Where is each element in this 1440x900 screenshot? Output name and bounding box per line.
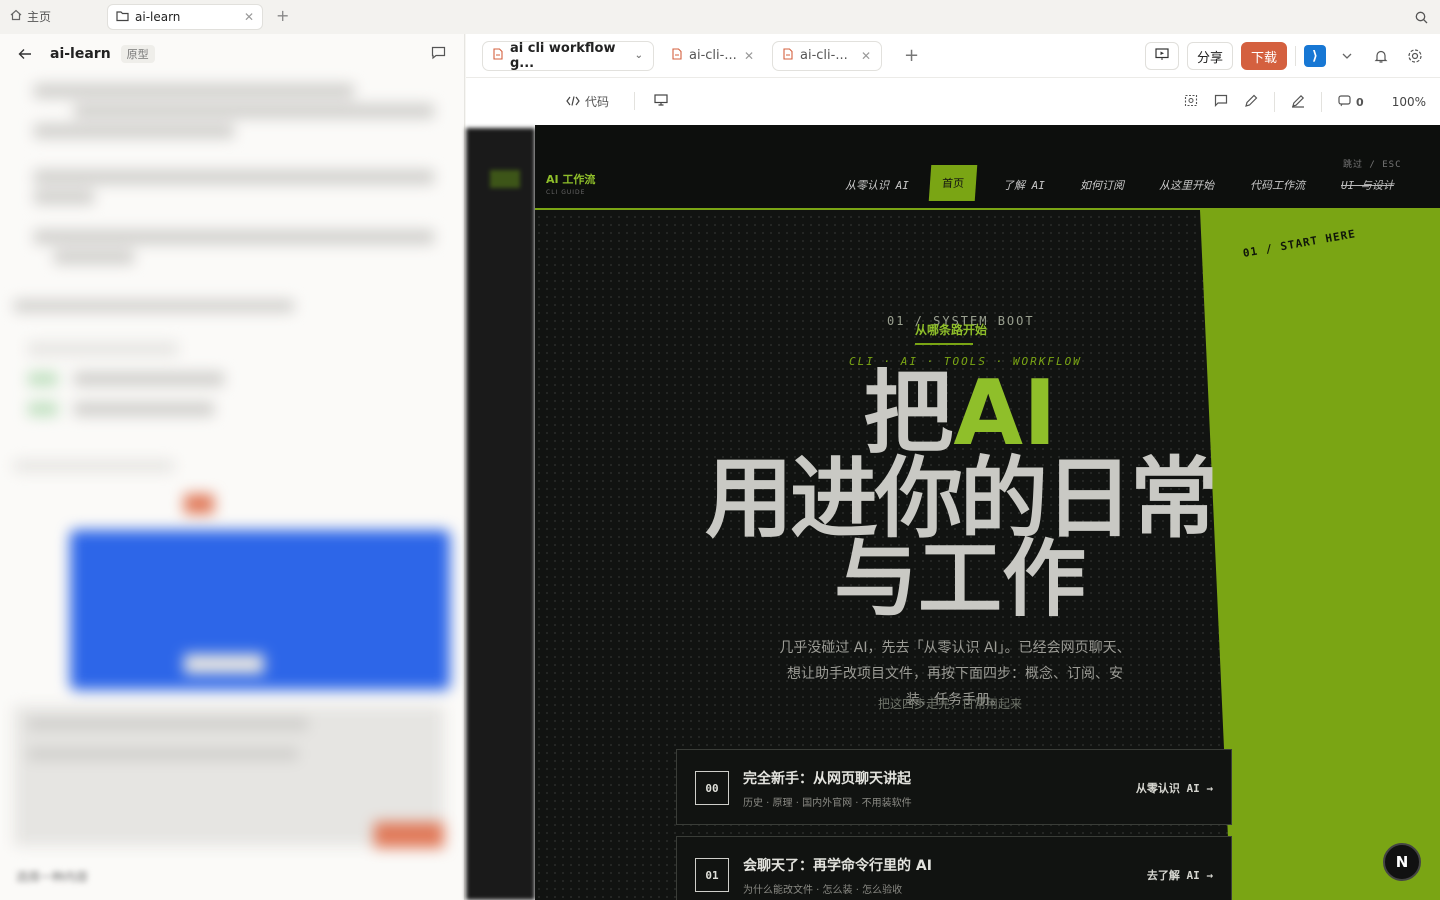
zoom-level[interactable]: 100%: [1392, 95, 1426, 109]
close-icon[interactable]: ✕: [244, 10, 254, 24]
new-tab-button[interactable]: +: [276, 6, 289, 25]
close-icon[interactable]: ✕: [861, 49, 871, 63]
search-icon[interactable]: [1415, 9, 1428, 28]
n-floating-button[interactable]: N: [1383, 843, 1421, 881]
website-preview: AI 工作流 CLI GUIDE 从零认识 AI 首页 了解 AI 如何订阅 从…: [535, 125, 1440, 900]
hero-heading: 把AI 用进你的日常 与工作: [695, 369, 1225, 629]
comment-add-icon[interactable]: [1214, 94, 1228, 110]
code-icon: [566, 95, 580, 109]
left-panel: ai-learn 原型 选择一种内容: [0, 34, 465, 900]
card-title: 会聊天了：再学命令行里的 AI: [743, 858, 932, 874]
screenshot-icon[interactable]: [1184, 94, 1198, 110]
doc-tab-label: ai-cli-...: [800, 48, 848, 63]
overlay-caption: 把这四步走完，日常用起来: [878, 697, 1023, 711]
home-tab[interactable]: 主页: [10, 8, 51, 25]
hero-line-3: 与工作: [833, 530, 1086, 629]
chevron-down-icon[interactable]: ⌄: [635, 50, 643, 61]
path-choice-label: 从哪条路开始: [915, 323, 988, 337]
divider: [634, 92, 635, 110]
skip-link[interactable]: 跳过 / ESC: [1343, 157, 1402, 170]
html-file-icon: [783, 47, 793, 64]
present-icon: [1155, 47, 1169, 65]
card-link[interactable]: 去了解 AI →: [1147, 867, 1213, 883]
card-number: 01: [695, 858, 729, 892]
doc-tab-workflow-guide[interactable]: ai cli workflow g... ⌄: [482, 40, 654, 71]
project-title: ai-learn: [50, 46, 111, 62]
brand-title: AI 工作流: [546, 173, 596, 186]
doc-tab-ai-cli-2[interactable]: ai-cli-... ✕: [772, 40, 882, 71]
card-subtitle: 历史 · 原理 · 国内外官网 · 不用装软件: [743, 798, 912, 809]
brand-subtitle: CLI GUIDE: [546, 189, 586, 196]
doc-tab-ai-cli-1[interactable]: ai-cli-... ✕: [662, 41, 764, 71]
header-actions: 分享 下载 ⟩: [1144, 42, 1428, 70]
site-brand[interactable]: AI 工作流 CLI GUIDE: [546, 171, 595, 196]
card-title: 完全新手：从网页聊天讲起: [743, 771, 911, 787]
left-panel-footer: 选择一种内容: [16, 870, 89, 884]
nav-item-start[interactable]: 从这里开始: [1159, 177, 1214, 193]
path-card-cli[interactable]: 01 会聊天了：再学命令行里的 AI 为什么能改文件 · 怎么装 · 怎么验收 …: [676, 836, 1232, 900]
nav-item-intro[interactable]: 从零认识 AI: [845, 177, 909, 193]
card-number: 00: [695, 771, 729, 805]
present-button[interactable]: [1144, 42, 1179, 70]
nav-item-home[interactable]: 首页: [928, 165, 978, 201]
folder-icon: [116, 10, 129, 25]
download-button[interactable]: 下载: [1240, 42, 1287, 70]
card-subtitle: 为什么能改文件 · 怎么装 · 怎么验收: [743, 885, 903, 896]
edit-icon[interactable]: [1291, 94, 1305, 111]
site-nav: AI 工作流 CLI GUIDE 从零认识 AI 首页 了解 AI 如何订阅 从…: [535, 125, 1440, 210]
nav-item-ui-design[interactable]: UI 与设计: [1341, 177, 1394, 193]
document-tabs: ai cli workflow g... ⌄ ai-cli-... ✕ ai-c…: [466, 34, 1440, 78]
comments-count: 0: [1356, 95, 1364, 109]
left-panel-header: ai-learn 原型: [0, 34, 464, 74]
back-arrow-icon[interactable]: [18, 45, 32, 64]
code-label: 代码: [585, 95, 610, 109]
green-accent-panel: [1200, 210, 1440, 900]
card-link[interactable]: 从零认识 AI →: [1136, 780, 1213, 796]
chevron-down-icon[interactable]: [1334, 43, 1360, 69]
doc-tab-label: ai-cli-...: [689, 48, 737, 63]
nav-item-subscribe[interactable]: 如何订阅: [1080, 177, 1124, 193]
html-file-icon: [672, 47, 682, 64]
nav-item-understand-ai[interactable]: 了解 AI: [1003, 177, 1045, 193]
share-button[interactable]: 分享: [1186, 42, 1233, 70]
home-icon: [10, 9, 22, 24]
divider: [1321, 92, 1323, 112]
divider: [1295, 46, 1296, 66]
html-file-icon: [493, 47, 503, 64]
comment-icon[interactable]: [431, 45, 446, 64]
project-tab[interactable]: ai-learn ✕: [107, 4, 263, 30]
gear-icon[interactable]: [1402, 43, 1428, 69]
path-card-beginner[interactable]: 00 完全新手：从网页聊天讲起 历史 · 原理 · 国内外官网 · 不用装软件 …: [676, 749, 1232, 825]
divider: [1274, 92, 1276, 112]
doc-tab-label: ai cli workflow g...: [510, 40, 616, 71]
new-document-button[interactable]: +: [904, 45, 919, 66]
comment-icon: [1338, 94, 1351, 110]
hero-line-2: 用进你的日常: [704, 446, 1218, 550]
blurred-chat-content: [14, 84, 450, 884]
preview-toolbar: 代码 0 100%: [466, 79, 1440, 124]
bell-icon[interactable]: [1368, 43, 1394, 69]
blurred-page-edge: [466, 128, 535, 900]
draw-icon[interactable]: [1244, 94, 1258, 111]
accent-underline: [915, 343, 973, 345]
close-icon[interactable]: ✕: [744, 49, 754, 63]
comments-counter[interactable]: 0: [1338, 94, 1364, 110]
window-tab-strip: 主页 ai-learn ✕ +: [0, 0, 1440, 34]
nav-item-code-workflow[interactable]: 代码工作流: [1250, 177, 1305, 193]
vscode-icon[interactable]: ⟩: [1304, 45, 1326, 67]
preview-area: ai cli workflow g... ⌄ ai-cli-... ✕ ai-c…: [466, 34, 1440, 900]
preview-tools: 0 100%: [1184, 92, 1426, 112]
prototype-badge: 原型: [120, 45, 155, 63]
project-tab-label: ai-learn: [135, 10, 181, 24]
monitor-icon[interactable]: [654, 94, 668, 109]
code-view-button[interactable]: 代码: [566, 93, 609, 110]
home-tab-label: 主页: [27, 10, 52, 24]
